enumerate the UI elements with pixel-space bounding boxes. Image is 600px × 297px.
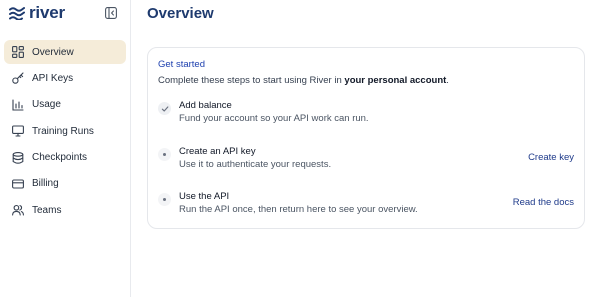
sidebar-item-label: Billing <box>32 178 59 190</box>
sidebar-item-training-runs[interactable]: Training Runs <box>4 119 126 143</box>
step-title: Create an API key <box>179 146 256 157</box>
sidebar-nav: Overview API Keys Usage Training Runs Ch… <box>4 40 126 225</box>
sidebar-item-billing[interactable]: Billing <box>4 172 126 196</box>
brand-name: river <box>29 3 65 22</box>
read-docs-link[interactable]: Read the docs <box>513 197 574 208</box>
create-key-link[interactable]: Create key <box>528 152 574 163</box>
sidebar-item-teams[interactable]: Teams <box>4 198 126 222</box>
step-description: Run the API once, then return here to se… <box>179 204 418 215</box>
sidebar-item-usage[interactable]: Usage <box>4 93 126 117</box>
monitor-icon <box>11 125 24 138</box>
sidebar-item-label: Training Runs <box>32 125 94 137</box>
step-title: Add balance <box>179 100 232 111</box>
sidebar-item-label: API Keys <box>32 72 74 84</box>
collapse-sidebar-button[interactable] <box>105 7 117 19</box>
get-started-card: Get started Complete these steps to star… <box>147 47 585 229</box>
pending-dot-icon <box>158 193 171 206</box>
step-description: Use it to authenticate your requests. <box>179 159 332 170</box>
sidebar-item-api-keys[interactable]: API Keys <box>4 66 126 90</box>
sidebar-item-label: Teams <box>32 204 62 216</box>
sidebar-item-label: Checkpoints <box>32 152 88 164</box>
pending-dot-icon <box>158 148 171 161</box>
check-icon <box>158 102 171 115</box>
river-logo-icon <box>9 6 25 20</box>
get-started-heading: Get started <box>158 59 205 70</box>
grid-icon <box>11 46 24 59</box>
step-use-api: Use the API Run the API once, then retur… <box>158 191 574 221</box>
get-started-subtitle: Complete these steps to start using Rive… <box>158 75 449 86</box>
subtitle-end: . <box>446 75 449 86</box>
step-create-api-key: Create an API key Use it to authenticate… <box>158 146 574 176</box>
sidebar-item-label: Overview <box>32 46 74 58</box>
sidebar-collapse-icon <box>105 7 117 19</box>
step-title: Use the API <box>179 191 230 202</box>
subtitle-account: your personal account <box>344 75 447 86</box>
credit-card-icon <box>11 177 24 190</box>
step-add-balance: Add balance Fund your account so your AP… <box>158 100 574 130</box>
database-icon <box>11 151 24 164</box>
sidebar-item-checkpoints[interactable]: Checkpoints <box>4 146 126 170</box>
sidebar: river Overview API Keys Usage Training R… <box>0 0 131 297</box>
users-icon <box>11 204 24 217</box>
step-description: Fund your account so your API work can r… <box>179 113 369 124</box>
bar-chart-icon <box>11 98 24 111</box>
sidebar-item-label: Usage <box>32 99 61 111</box>
sidebar-item-overview[interactable]: Overview <box>4 40 126 64</box>
main-content: Overview Get started Complete these step… <box>131 0 600 297</box>
subtitle-text: Complete these steps to start using Rive… <box>158 75 345 86</box>
key-icon <box>11 72 24 85</box>
brand[interactable]: river <box>9 4 65 22</box>
page-title: Overview <box>147 5 214 22</box>
